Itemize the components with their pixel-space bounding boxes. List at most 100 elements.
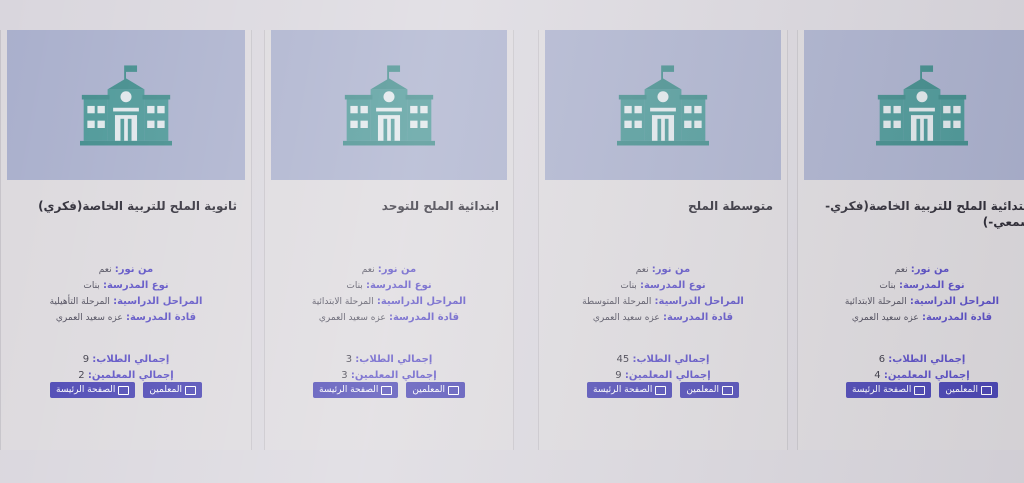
monitor-icon xyxy=(655,385,667,395)
school-type-label: نوع المدرسة: xyxy=(102,280,169,291)
leaders-value: عزه سعيد العمري xyxy=(592,313,660,323)
school-building-icon xyxy=(617,63,709,147)
principal-label: من نور: xyxy=(910,264,950,275)
school-title[interactable]: ثانوية الملح للتربية الخاصة(فكري) xyxy=(15,198,237,214)
leaders-value: عزه سعيد العمري xyxy=(851,313,919,323)
home-page-button-label: الصفحة الرئيسة xyxy=(852,385,912,395)
home-page-button[interactable]: الصفحة الرئيسة xyxy=(846,382,932,398)
school-type-value: بنات xyxy=(83,281,100,291)
school-image[interactable] xyxy=(271,30,507,180)
school-building-icon xyxy=(343,63,435,147)
school-totals: إجمالي الطلاب: 6 إجمالي المعلمين: 4 xyxy=(810,352,1024,384)
total-teachers-label: إجمالي المعلمين: xyxy=(350,370,437,381)
monitor-icon xyxy=(721,385,733,395)
total-students-value: 45 xyxy=(616,354,630,365)
school-card: ابتدائية الملح للتوحد من نور: نعم نوع ال… xyxy=(264,30,514,450)
monitor-icon xyxy=(914,385,926,395)
total-students-value: 6 xyxy=(878,354,886,365)
total-teachers-value: 9 xyxy=(615,370,622,381)
principal-value: نعم xyxy=(635,265,649,275)
card-actions: المعلمين الصفحة الرئيسة xyxy=(275,382,503,398)
home-page-button[interactable]: الصفحة الرئيسة xyxy=(313,382,399,398)
leaders-value: عزه سعيد العمري xyxy=(55,313,123,323)
total-teachers-value: 2 xyxy=(78,370,85,381)
stages-value: المرحلة المتوسطة xyxy=(582,297,652,307)
home-page-button-label: الصفحة الرئيسة xyxy=(593,385,653,395)
total-students-value: 3 xyxy=(345,354,353,365)
school-image[interactable] xyxy=(7,30,245,180)
leaders-label: قادة المدرسة: xyxy=(662,312,734,323)
monitor-icon xyxy=(381,385,393,395)
monitor-icon xyxy=(118,385,130,395)
school-type-value: بنات xyxy=(620,281,637,291)
teachers-button[interactable]: المعلمين xyxy=(143,382,202,398)
total-teachers-label: إجمالي المعلمين: xyxy=(624,370,711,381)
leaders-label: قادة المدرسة: xyxy=(125,312,197,323)
stages-value: المرحلة الابتدائية xyxy=(844,297,907,307)
home-page-button-label: الصفحة الرئيسة xyxy=(319,385,379,395)
monitor-icon xyxy=(980,385,992,395)
school-totals: إجمالي الطلاب: 45 إجمالي المعلمين: 9 xyxy=(551,352,775,384)
teachers-button-label: المعلمين xyxy=(149,385,182,395)
leaders-value: عزه سعيد العمري xyxy=(318,313,386,323)
school-title[interactable]: ابتدائية الملح للتوحد xyxy=(279,198,499,214)
school-image[interactable] xyxy=(804,30,1024,180)
card-actions: المعلمين الصفحة الرئيسة xyxy=(808,382,1024,398)
teachers-button-label: المعلمين xyxy=(686,385,719,395)
school-card: ثانوية الملح للتربية الخاصة(فكري) من نور… xyxy=(0,30,252,450)
school-totals: إجمالي الطلاب: 9 إجمالي المعلمين: 2 xyxy=(13,352,239,384)
school-building-icon xyxy=(80,63,172,147)
home-page-button[interactable]: الصفحة الرئيسة xyxy=(50,382,136,398)
school-type-value: بنات xyxy=(346,281,363,291)
stages-label: المراحل الدراسية: xyxy=(654,296,744,307)
stages-label: المراحل الدراسية: xyxy=(909,296,1000,307)
stages-label: المراحل الدراسية: xyxy=(376,296,467,307)
teachers-button[interactable]: المعلمين xyxy=(406,382,465,398)
monitor-icon xyxy=(447,385,459,395)
school-type-label: نوع المدرسة: xyxy=(898,280,965,291)
school-title[interactable]: ابتدائية الملح للتربية الخاصة(فكري-سمعي-… xyxy=(812,198,1024,230)
school-info: من نور: نعم نوع المدرسة: بنات المراحل ال… xyxy=(13,262,239,326)
school-card: ابتدائية الملح للتربية الخاصة(فكري-سمعي-… xyxy=(797,30,1024,450)
principal-value: نعم xyxy=(894,265,908,275)
principal-value: نعم xyxy=(361,265,375,275)
leaders-label: قادة المدرسة: xyxy=(388,312,460,323)
total-teachers-value: 3 xyxy=(341,370,348,381)
total-students-label: إجمالي الطلاب: xyxy=(92,354,170,365)
school-image[interactable] xyxy=(545,30,781,180)
teachers-button-label: المعلمين xyxy=(412,385,445,395)
teachers-button-label: المعلمين xyxy=(945,385,978,395)
total-students-label: إجمالي الطلاب: xyxy=(355,354,433,365)
total-students-value: 9 xyxy=(82,354,90,365)
card-actions: المعلمين الصفحة الرئيسة xyxy=(11,382,241,398)
school-type-label: نوع المدرسة: xyxy=(639,280,706,291)
school-totals: إجمالي الطلاب: 3 إجمالي المعلمين: 3 xyxy=(277,352,501,384)
total-teachers-label: إجمالي المعلمين: xyxy=(87,370,174,381)
card-actions: المعلمين الصفحة الرئيسة xyxy=(549,382,777,398)
total-teachers-label: إجمالي المعلمين: xyxy=(883,370,970,381)
teachers-button[interactable]: المعلمين xyxy=(939,382,998,398)
school-info: من نور: نعم نوع المدرسة: بنات المراحل ال… xyxy=(810,262,1024,326)
stages-label: المراحل الدراسية: xyxy=(113,296,203,307)
home-page-button-label: الصفحة الرئيسة xyxy=(56,385,116,395)
school-type-value: بنات xyxy=(879,281,896,291)
principal-label: من نور: xyxy=(377,264,417,275)
stages-value: المرحلة التأهيلية xyxy=(49,297,110,307)
school-info: من نور: نعم نوع المدرسة: بنات المراحل ال… xyxy=(277,262,501,326)
principal-label: من نور: xyxy=(114,264,154,275)
total-students-label: إجمالي الطلاب: xyxy=(632,354,710,365)
school-title[interactable]: متوسطة الملح xyxy=(553,198,773,214)
monitor-icon xyxy=(184,385,196,395)
school-card: متوسطة الملح من نور: نعم نوع المدرسة: بن… xyxy=(538,30,788,450)
school-info: من نور: نعم نوع المدرسة: بنات المراحل ال… xyxy=(551,262,775,326)
school-building-icon xyxy=(876,63,968,147)
leaders-label: قادة المدرسة: xyxy=(921,312,993,323)
total-students-label: إجمالي الطلاب: xyxy=(888,354,966,365)
principal-value: نعم xyxy=(98,265,112,275)
school-type-label: نوع المدرسة: xyxy=(365,280,432,291)
home-page-button[interactable]: الصفحة الرئيسة xyxy=(587,382,673,398)
principal-label: من نور: xyxy=(651,264,691,275)
total-teachers-value: 4 xyxy=(874,370,881,381)
stages-value: المرحلة الابتدائية xyxy=(311,297,374,307)
teachers-button[interactable]: المعلمين xyxy=(680,382,739,398)
